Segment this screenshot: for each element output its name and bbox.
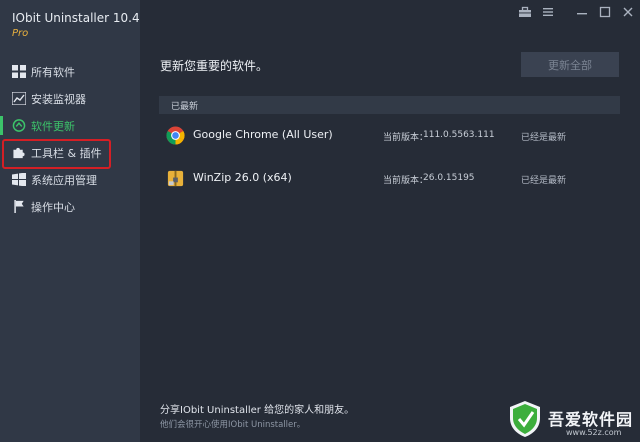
- section-label: 已最新: [171, 101, 199, 112]
- sidebar: IObit Uninstaller 10.4 Pro 所有软件 安装监视器 软件…: [0, 0, 140, 442]
- status-text: 已经是最新: [521, 176, 567, 186]
- list-item[interactable]: Google Chrome (All User) 当前版本： 111.0.556…: [159, 118, 620, 154]
- sidebar-item-label: 系统应用管理: [31, 173, 97, 187]
- menu-icon[interactable]: [541, 5, 555, 19]
- sidebar-item-windows-apps[interactable]: 系统应用管理: [0, 166, 140, 193]
- grid-icon: [12, 65, 26, 78]
- sidebar-item-label: 所有软件: [31, 65, 75, 79]
- winzip-icon: [167, 170, 184, 187]
- chart-icon: [12, 92, 26, 105]
- status-text: 已经是最新: [521, 133, 567, 143]
- minimize-icon[interactable]: [575, 5, 589, 19]
- version-value: 111.0.5563.111: [423, 130, 495, 140]
- chrome-icon: [166, 126, 185, 145]
- sidebar-item-action-center[interactable]: 操作中心: [0, 193, 140, 220]
- highlight-box: [2, 139, 111, 169]
- windows-icon: [12, 173, 26, 186]
- flag-icon: [14, 200, 24, 213]
- sidebar-item-all-programs[interactable]: 所有软件: [0, 58, 140, 85]
- sidebar-item-install-monitor[interactable]: 安装监视器: [0, 85, 140, 112]
- list-item[interactable]: WinZip 26.0 (x64) 当前版本： 26.0.15195 已经是最新: [159, 161, 620, 197]
- sidebar-item-software-updater[interactable]: 软件更新: [0, 112, 140, 139]
- update-all-button[interactable]: 更新全部: [521, 52, 619, 77]
- sidebar-item-label: 操作中心: [31, 200, 75, 214]
- sidebar-item-label: 软件更新: [31, 119, 75, 133]
- app-edition: Pro: [12, 28, 29, 39]
- app-title: IObit Uninstaller 10.4: [12, 11, 140, 25]
- sidebar-item-label: 安装监视器: [31, 92, 86, 106]
- watermark-url: www.52z.com: [566, 428, 622, 437]
- share-subtext: 他们会很开心使用IObit Uninstaller。: [160, 420, 306, 430]
- version-label: 当前版本：: [383, 133, 429, 143]
- app-name: Google Chrome (All User): [193, 128, 333, 141]
- version-label: 当前版本：: [383, 176, 429, 186]
- watermark-text: 吾爱软件园: [548, 410, 634, 429]
- toolbox-icon[interactable]: [518, 5, 532, 19]
- page-headline: 更新您重要的软件。: [160, 59, 269, 73]
- close-icon[interactable]: [621, 5, 635, 19]
- share-text: 分享IObit Uninstaller 给您的家人和朋友。: [160, 405, 355, 416]
- version-value: 26.0.15195: [423, 173, 475, 183]
- maximize-icon[interactable]: [598, 5, 612, 19]
- watermark-logo-icon: [510, 401, 540, 437]
- section-header-up-to-date: 已最新: [159, 96, 620, 114]
- app-name: WinZip 26.0 (x64): [193, 171, 292, 184]
- update-icon: [12, 119, 26, 132]
